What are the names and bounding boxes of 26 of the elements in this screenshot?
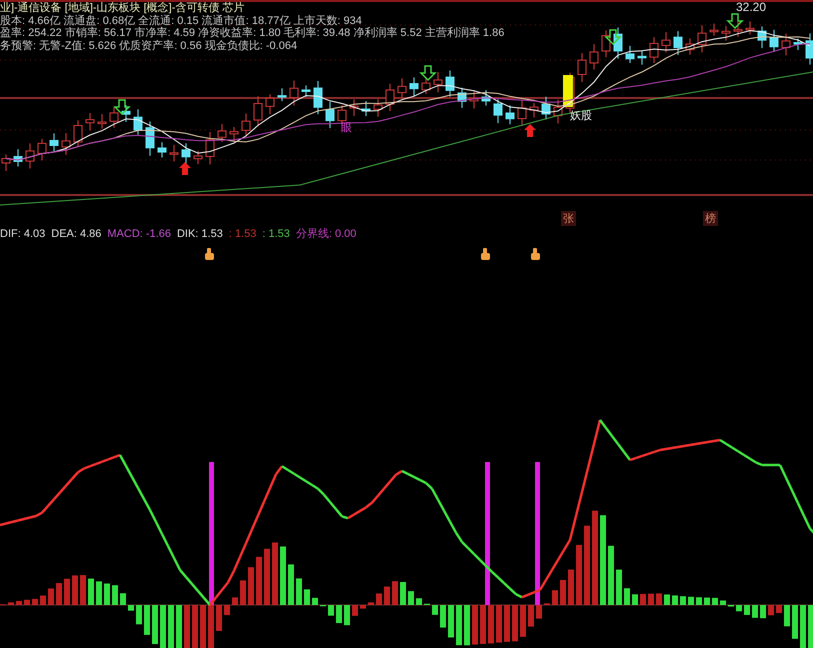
down-arrow-icon	[604, 29, 622, 46]
signal-label: 眼	[341, 121, 352, 135]
marker-label: 榜	[703, 211, 718, 226]
pointing-hand-icon	[481, 248, 490, 260]
highlighted-candle	[563, 75, 573, 107]
stats-line: 股本: 4.66亿 流通盘: 0.68亿 全流通: 0.15 流通市值: 18.77亿 上市天数: 934	[0, 14, 363, 26]
tag-label: 妖股	[570, 109, 592, 123]
up-arrow-icon	[179, 162, 191, 175]
indicator-value: DIK: 1.53	[176, 227, 223, 242]
stats-line: 盈率: 254.22 市销率: 56.17 市净率: 4.59 净资收益率: 1.80 毛利率: 39.48 净利润率 5.52 主营利润率 1.86	[0, 27, 504, 40]
indicator-value: 分界线: 0.00	[296, 227, 356, 242]
category-line: 业]-通信设备 [地域]-山东板块 [概念]-含可转债 芯片	[0, 2, 246, 14]
down-arrow-icon	[113, 99, 131, 116]
indicator-value: : 1.53	[228, 227, 256, 242]
marker-label: 张	[561, 211, 576, 226]
stats-line: 务预警: 无警-Z值: 5.626 优质资产率: 0.56 现金负债比: -0.064	[0, 40, 298, 52]
up-arrow-icon	[524, 124, 536, 137]
down-arrow-icon	[726, 13, 744, 30]
down-arrow-icon	[419, 65, 437, 82]
indicator-value: MACD: -1.66	[107, 227, 171, 242]
indicator-value: DIF: 4.03	[0, 227, 46, 242]
price-label: 32.20	[736, 0, 766, 14]
indicator-value: : 1.53	[262, 227, 290, 242]
pointing-hand-icon	[531, 248, 540, 260]
indicator-value: DEA: 4.86	[51, 227, 102, 242]
pointing-hand-icon	[205, 248, 214, 260]
